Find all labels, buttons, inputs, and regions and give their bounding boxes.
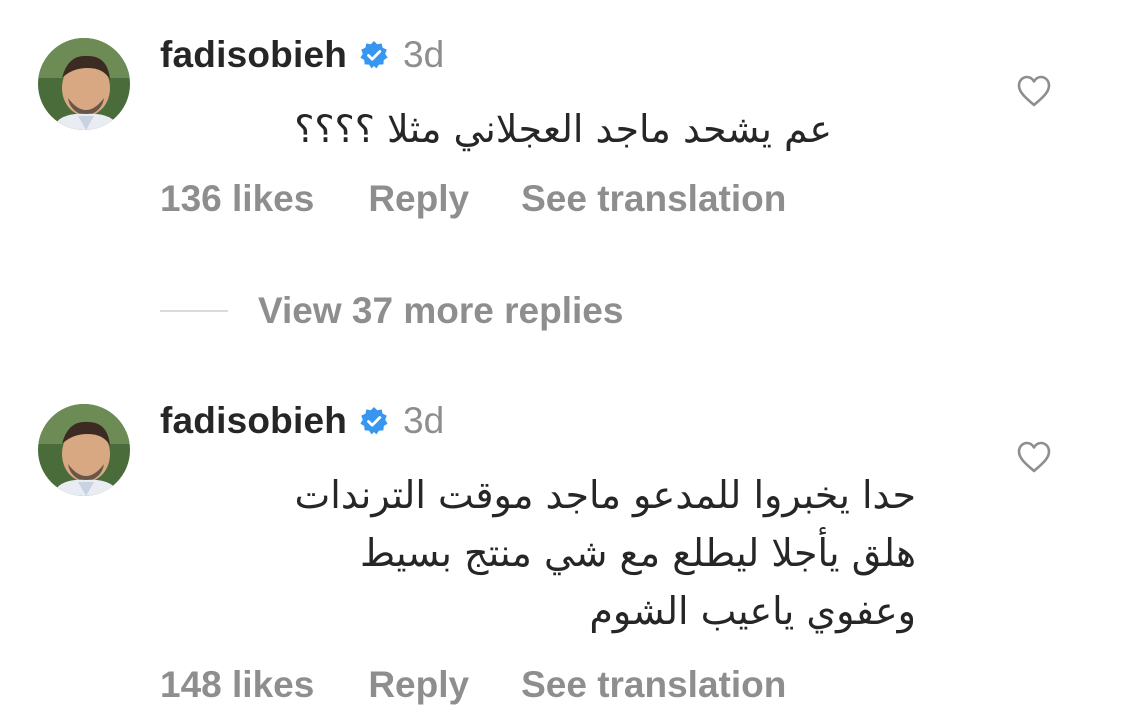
comment-text: حدا يخبروا للمدعو ماجد موقت الترندات هلق… <box>294 473 916 633</box>
timestamp: 3d <box>403 34 445 75</box>
comment-header: fadisobieh 3d <box>160 34 444 76</box>
comment-text: عم يشحد ماجد العجلاني مثلا ؟؟؟؟ <box>294 107 832 151</box>
avatar-image <box>38 404 130 496</box>
heart-icon[interactable] <box>1016 74 1052 108</box>
view-replies-label[interactable]: View 37 more replies <box>258 290 623 332</box>
comment-header: fadisobieh 3d <box>160 400 444 442</box>
avatar-image <box>38 38 130 130</box>
comment: fadisobieh 3d حدا يخبروا للمدعو ماجد موق… <box>0 366 1125 721</box>
verified-badge-icon <box>359 406 389 436</box>
comment-actions: 148 likes Reply See translation <box>160 664 786 706</box>
replies-divider <box>160 310 228 312</box>
likes-count[interactable]: 148 likes <box>160 664 314 706</box>
reply-button[interactable]: Reply <box>368 664 469 706</box>
timestamp: 3d <box>403 400 445 441</box>
verified-badge-icon <box>359 40 389 70</box>
comment: fadisobieh 3d عم يشحد ماجد العجلاني مثلا… <box>0 0 1125 331</box>
username[interactable]: fadisobieh <box>160 400 347 442</box>
heart-icon[interactable] <box>1016 440 1052 474</box>
see-translation-button[interactable]: See translation <box>521 178 786 220</box>
username[interactable]: fadisobieh <box>160 34 347 76</box>
likes-count[interactable]: 136 likes <box>160 178 314 220</box>
avatar[interactable] <box>38 38 130 130</box>
view-more-replies[interactable]: View 37 more replies <box>160 290 623 332</box>
reply-button[interactable]: Reply <box>368 178 469 220</box>
avatar[interactable] <box>38 404 130 496</box>
see-translation-button[interactable]: See translation <box>521 664 786 706</box>
comment-actions: 136 likes Reply See translation <box>160 178 786 220</box>
